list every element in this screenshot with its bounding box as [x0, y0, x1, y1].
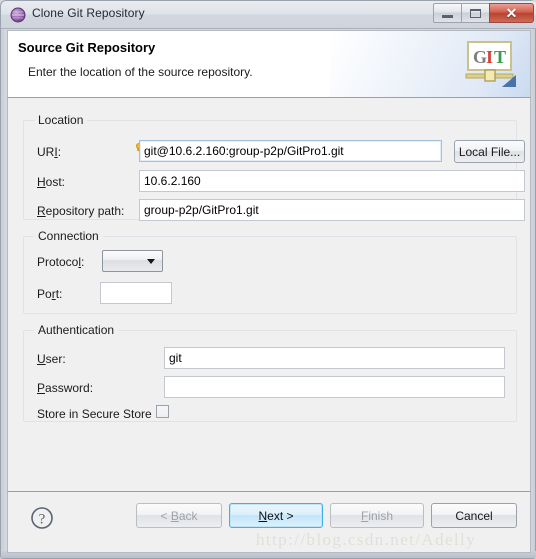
git-logo-icon: G I T [464, 39, 518, 91]
back-button-label: < Back [160, 508, 198, 523]
minimize-button[interactable] [433, 3, 462, 23]
cancel-button[interactable]: Cancel [431, 503, 517, 528]
repository-path-input[interactable] [139, 199, 525, 221]
back-button[interactable]: < Back [136, 503, 222, 528]
group-authentication: Authentication User: Password: Store in … [23, 323, 517, 422]
password-label: Password: [37, 381, 94, 395]
minimize-icon [442, 15, 453, 18]
store-secure-store-checkbox[interactable] [156, 405, 169, 418]
finish-button-label: Finish [360, 508, 394, 523]
watermark-text: http://blog.csdn.net/Adelly [256, 530, 477, 549]
close-button[interactable]: ✕ [489, 3, 534, 23]
next-button-label: Next > [258, 508, 294, 523]
screenshot-root: Clone Git Repository ✕ Source Git Reposi… [0, 0, 536, 559]
password-input[interactable] [164, 376, 505, 398]
protocol-select[interactable] [102, 250, 163, 272]
page-description: Enter the location of the source reposit… [28, 65, 253, 79]
group-authentication-title: Authentication [34, 323, 119, 337]
group-connection: Connection Protocol: Port: [23, 229, 517, 314]
page-title: Source Git Repository [18, 40, 156, 55]
chevron-down-icon [147, 259, 155, 264]
window-title: Clone Git Repository [32, 6, 145, 20]
maximize-button[interactable] [461, 3, 490, 23]
host-input[interactable] [139, 170, 525, 192]
host-label: Host: [37, 175, 66, 189]
local-file-button[interactable]: Local File... [454, 140, 525, 163]
svg-text:I: I [486, 47, 493, 67]
cancel-button-label: Cancel [455, 508, 493, 523]
eclipse-wizard-sphere-icon [10, 7, 26, 23]
group-location-title: Location [34, 113, 88, 127]
svg-text:G: G [473, 47, 487, 67]
uri-label: URI: [37, 145, 62, 159]
port-label: Port: [37, 287, 63, 301]
next-button[interactable]: Next > [229, 503, 323, 528]
port-input[interactable] [100, 282, 172, 304]
close-icon: ✕ [505, 5, 518, 21]
store-secure-store-label: Store in Secure Store [37, 407, 152, 421]
window-controls: ✕ [433, 3, 534, 24]
user-input[interactable] [164, 347, 505, 369]
user-label: User: [37, 352, 66, 366]
title-bar: Clone Git Repository ✕ [1, 1, 536, 29]
repository-path-label: Repository path: [37, 204, 125, 218]
protocol-label: Protocol: [37, 255, 85, 269]
help-question-mark-icon[interactable]: ? [30, 506, 54, 530]
svg-text:T: T [494, 47, 506, 67]
wizard-header: Source Git Repository Enter the location… [7, 30, 531, 98]
uri-input[interactable] [139, 140, 442, 162]
wizard-body: Location URI: Local File... Host: Reposi… [7, 98, 531, 491]
svg-text:?: ? [39, 512, 46, 528]
maximize-icon [470, 8, 481, 18]
dialog-window: Clone Git Repository ✕ Source Git Reposi… [0, 0, 536, 559]
group-location: Location URI: Local File... Host: Reposi… [23, 113, 525, 221]
finish-button[interactable]: Finish [330, 503, 424, 528]
group-connection-title: Connection [34, 229, 103, 243]
